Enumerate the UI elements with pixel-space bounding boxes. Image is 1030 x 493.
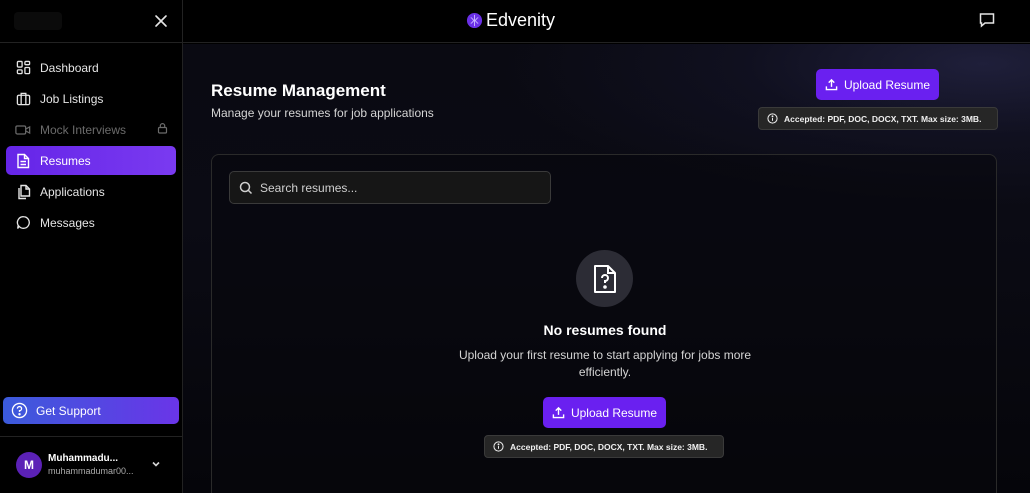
file-question-icon [593,264,616,293]
sidebar-item-applications[interactable]: Applications [6,177,176,206]
search-icon [239,181,253,195]
user-name: Muhammadu... [48,453,119,464]
sidebar-item-dashboard[interactable]: Dashboard [6,53,176,82]
document-icon [14,152,32,170]
upload-resume-label: Upload Resume [570,405,658,420]
sidebar-header [0,0,182,43]
resumes-card: No resumes found Upload your first resum… [211,154,997,493]
search-input[interactable] [260,180,540,195]
accepted-formats-text: Accepted: PDF, DOC, DOCX, TXT. Max size:… [784,113,982,124]
copy-icon [14,183,32,201]
sidebar-item-mock-interviews[interactable]: Mock Interviews [6,115,176,144]
sidebar-item-label: Messages [40,215,95,230]
sidebar-item-messages[interactable]: Messages [6,208,176,237]
brand[interactable]: Edvenity [466,10,555,31]
brain-logo-icon [466,12,483,29]
sidebar: Dashboard Job Listings Mock Interviews R… [0,0,183,493]
page-title: Resume Management [211,81,386,100]
info-icon [767,113,778,124]
brand-name: Edvenity [486,10,556,30]
avatar: M [16,452,42,478]
top-header: Edvenity [183,0,1030,43]
main-content: Resume Management Manage your resumes fo… [183,44,1030,493]
upload-icon [825,78,838,91]
feedback-icon[interactable] [978,11,996,34]
empty-state-title: No resumes found [543,322,667,338]
accepted-formats-note: Accepted: PDF, DOC, DOCX, TXT. Max size:… [484,435,724,458]
empty-state-description: Upload your first resume to start applyi… [458,348,752,379]
sidebar-nav: Dashboard Job Listings Mock Interviews R… [0,43,182,237]
lock-icon [157,122,168,137]
sidebar-item-label: Mock Interviews [40,122,127,137]
briefcase-icon [14,90,32,108]
page-subtitle: Manage your resumes for job applications [211,106,434,120]
sidebar-item-label: Resumes [40,153,91,168]
video-icon [14,121,32,139]
chat-icon [14,214,32,232]
get-support-label: Get Support [36,403,101,418]
user-email: muhammadumar00... [48,466,134,476]
sidebar-item-job-listings[interactable]: Job Listings [6,84,176,113]
search-box[interactable] [229,171,551,204]
close-icon[interactable] [151,11,171,31]
dashboard-icon [14,59,32,77]
upload-resume-button-empty[interactable]: Upload Resume [543,397,666,428]
empty-state-icon-container [576,250,633,307]
sidebar-item-label: Applications [40,184,105,199]
user-profile[interactable]: M Muhammadu... muhammadumar00... [0,436,182,493]
info-icon [493,441,504,452]
accepted-formats-note: Accepted: PDF, DOC, DOCX, TXT. Max size:… [758,107,998,130]
sidebar-logo [14,12,62,30]
chevron-down-icon[interactable] [150,457,162,475]
help-circle-icon [11,402,28,419]
sidebar-item-label: Dashboard [40,60,99,75]
upload-resume-button[interactable]: Upload Resume [816,69,939,100]
sidebar-item-resumes[interactable]: Resumes [6,146,176,175]
get-support-button[interactable]: Get Support [3,397,179,424]
upload-icon [552,406,565,419]
upload-resume-label: Upload Resume [843,77,931,92]
accepted-formats-text: Accepted: PDF, DOC, DOCX, TXT. Max size:… [510,441,708,452]
sidebar-item-label: Job Listings [40,91,104,106]
